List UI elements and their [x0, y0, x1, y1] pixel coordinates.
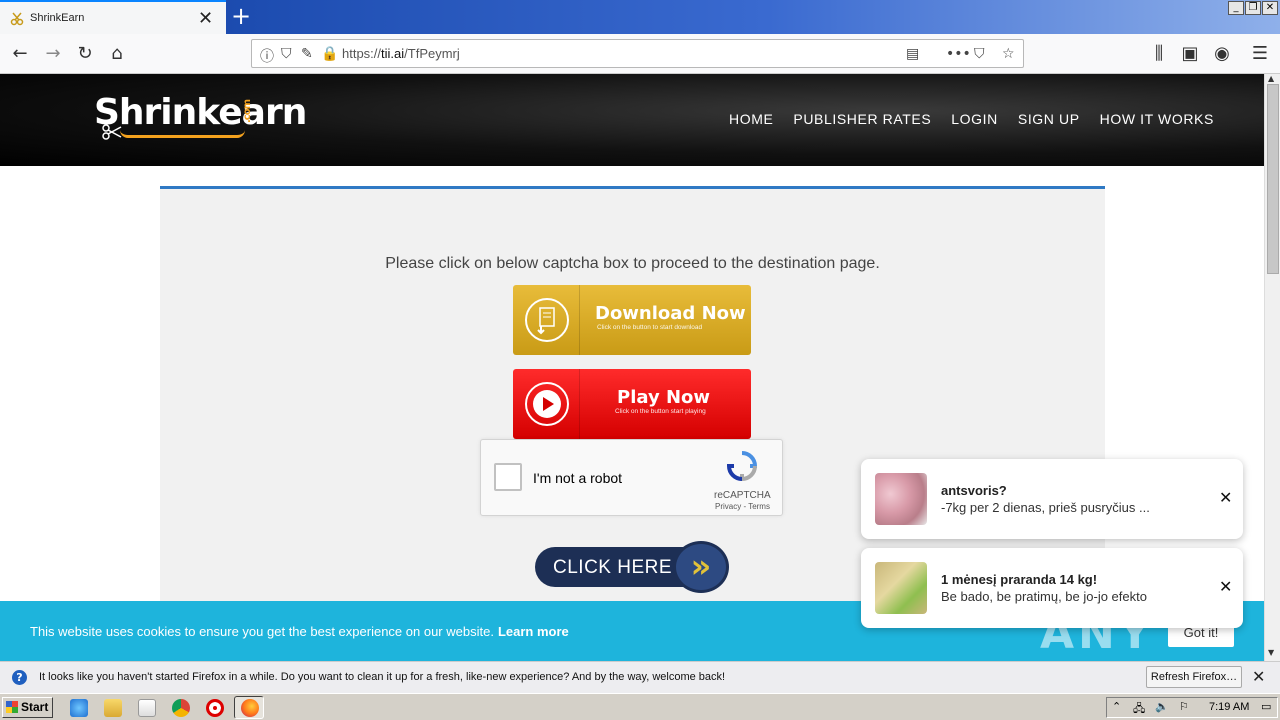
- close-window-icon[interactable]: ✕: [1262, 1, 1278, 15]
- url-text[interactable]: https://tii.ai/TfPeymrj: [342, 46, 460, 61]
- tab-shrinkearn[interactable]: ShrinkEarn ✕: [0, 0, 226, 34]
- windows-taskbar: Start ⌃ 🖧 🔈 ⚐ 7:19 AM ▭: [0, 693, 1280, 720]
- logo-swoosh: [120, 130, 245, 138]
- show-desktop-icon[interactable]: ▭: [1261, 700, 1271, 713]
- logo-text: Shrinkearn: [94, 92, 307, 133]
- notification-body: -7kg per 2 dienas, prieš pusryčius ...: [941, 500, 1150, 515]
- account-icon[interactable]: ◉: [1209, 41, 1235, 67]
- captcha-terms[interactable]: Privacy - Terms: [715, 502, 770, 511]
- notification-thumbnail: [875, 562, 927, 614]
- push-notification[interactable]: 1 mėnesį praranda 14 kg! Be bado, be pra…: [861, 548, 1243, 628]
- scroll-thumb[interactable]: [1267, 84, 1279, 274]
- notification-close-icon[interactable]: ✕: [1219, 577, 1232, 596]
- library-icon[interactable]: ⫼: [1146, 41, 1172, 67]
- tray-expand-icon[interactable]: ⌃: [1112, 700, 1121, 713]
- notification-thumbnail: [875, 473, 927, 525]
- minimize-icon[interactable]: _: [1228, 1, 1244, 15]
- explorer-folder-icon[interactable]: [104, 699, 122, 717]
- nav-sign-up[interactable]: SIGN UP: [1018, 111, 1080, 127]
- page-actions-icon[interactable]: •••: [946, 46, 971, 62]
- notification-body: Be bado, be pratimų, be jo-jo efekto: [941, 589, 1147, 604]
- tab-close-icon[interactable]: ✕: [198, 8, 213, 29]
- home-icon[interactable]: ⌂: [104, 41, 130, 67]
- learn-more-link[interactable]: Learn more: [498, 624, 569, 639]
- play-sub: Click on the button start playing: [615, 408, 706, 415]
- download-sub: Click on the button to start download: [597, 324, 703, 331]
- firefox-bar-message: It looks like you haven't started Firefo…: [39, 671, 726, 683]
- forward-arrow-icon[interactable]: →: [40, 41, 66, 67]
- firefox-notification-bar: ? It looks like you haven't started Fire…: [0, 661, 1280, 693]
- pocket-icon[interactable]: ⛉: [974, 46, 985, 62]
- firefox-icon: [241, 699, 259, 717]
- system-tray: ⌃ 🖧 🔈 ⚐ 7:19 AM ▭: [1106, 697, 1278, 718]
- captcha-checkbox[interactable]: [494, 463, 522, 491]
- notification-title: antsvoris?: [941, 483, 1007, 498]
- click-here-label: CLICK HERE: [553, 557, 673, 578]
- new-tab-button[interactable]: +: [230, 3, 252, 29]
- back-arrow-icon[interactable]: ←: [7, 41, 33, 67]
- firefox-taskbar-button[interactable]: [234, 696, 264, 719]
- windows-logo-icon: [6, 701, 18, 713]
- reload-icon[interactable]: ↻: [72, 41, 98, 67]
- page-scrollbar[interactable]: ▲ ▼: [1264, 74, 1280, 661]
- volume-icon[interactable]: 🔈: [1155, 700, 1169, 713]
- nav-home[interactable]: HOME: [729, 111, 773, 127]
- media-player-icon[interactable]: [138, 699, 156, 717]
- network-icon[interactable]: 🖧: [1133, 700, 1145, 719]
- logo-scissors-icon: [102, 124, 122, 140]
- site-logo[interactable]: Shrinkearn .com: [94, 92, 307, 133]
- push-notification[interactable]: antsvoris? -7kg per 2 dienas, prieš pusr…: [861, 459, 1243, 539]
- site-header: Shrinkearn .com HOME PUBLISHER RATES LOG…: [0, 74, 1264, 166]
- tab-title: ShrinkEarn: [30, 12, 85, 24]
- chrome-icon[interactable]: [172, 699, 190, 717]
- info-icon[interactable]: ⓘ: [260, 46, 274, 66]
- click-here-button[interactable]: CLICK HERE »: [535, 541, 729, 593]
- window-controls: _ ❐ ✕: [1228, 1, 1278, 15]
- captcha-brand: reCAPTCHA: [714, 490, 771, 501]
- browser-tab-strip: ShrinkEarn ✕ + _ ❐ ✕: [0, 0, 1280, 34]
- instruction-text: Please click on below captcha box to pro…: [385, 255, 880, 272]
- nav-how-it-works[interactable]: HOW IT WORKS: [1100, 111, 1214, 127]
- close-bar-icon[interactable]: ✕: [1252, 667, 1265, 686]
- nav-publisher-rates[interactable]: PUBLISHER RATES: [793, 111, 931, 127]
- lock-icon[interactable]: 🔒: [321, 46, 338, 62]
- double-chevron-icon: »: [673, 541, 729, 593]
- nav-login[interactable]: LOGIN: [951, 111, 998, 127]
- tracking-shield-icon[interactable]: ⛉: [281, 46, 292, 62]
- refresh-firefox-button[interactable]: Refresh Firefox…: [1146, 666, 1242, 688]
- restore-icon[interactable]: ❐: [1245, 1, 1261, 15]
- scissors-favicon-icon: [10, 12, 24, 26]
- sidebar-icon[interactable]: ▣: [1177, 41, 1203, 67]
- play-now-button[interactable]: Play Now Click on the button start playi…: [513, 369, 751, 439]
- browser-navbar: ← → ↻ ⌂ ⓘ ⛉ ✎ 🔒 https://tii.ai/TfPeymrj …: [0, 34, 1280, 74]
- permissions-icon[interactable]: ✎: [301, 46, 313, 62]
- logo-com: .com: [242, 99, 254, 124]
- play-icon: [525, 382, 569, 426]
- opera-icon[interactable]: [206, 699, 224, 717]
- notification-title: 1 mėnesį praranda 14 kg!: [941, 572, 1098, 587]
- ie-icon[interactable]: [70, 699, 88, 717]
- cookie-message: This website uses cookies to ensure you …: [30, 624, 569, 639]
- download-label: Download Now: [595, 303, 746, 324]
- action-center-flag-icon[interactable]: ⚐: [1179, 700, 1189, 713]
- menu-hamburger-icon[interactable]: ☰: [1247, 41, 1273, 67]
- question-icon: ?: [12, 670, 27, 685]
- start-button[interactable]: Start: [2, 697, 53, 718]
- notification-close-icon[interactable]: ✕: [1219, 488, 1232, 507]
- site-nav: HOME PUBLISHER RATES LOGIN SIGN UP HOW I…: [729, 111, 1214, 127]
- recaptcha-widget: I'm not a robot reCAPTCHA Privacy - Term…: [480, 439, 783, 516]
- scroll-up-icon[interactable]: ▲: [1268, 74, 1274, 83]
- recaptcha-logo-icon: [726, 451, 758, 482]
- start-label: Start: [21, 700, 49, 714]
- play-label: Play Now: [617, 387, 711, 408]
- reader-view-icon[interactable]: ▤: [906, 46, 919, 62]
- url-bar[interactable]: ⓘ ⛉ ✎ 🔒 https://tii.ai/TfPeymrj ▤ ••• ⛉ …: [251, 39, 1024, 68]
- download-now-button[interactable]: Download Now Click on the button to star…: [513, 285, 751, 355]
- captcha-label: I'm not a robot: [533, 470, 623, 486]
- content-panel: Please click on below captcha box to pro…: [160, 186, 1105, 606]
- clock[interactable]: 7:19 AM: [1209, 701, 1249, 713]
- bookmark-star-icon[interactable]: ☆: [1002, 46, 1015, 62]
- download-file-icon: [525, 298, 569, 342]
